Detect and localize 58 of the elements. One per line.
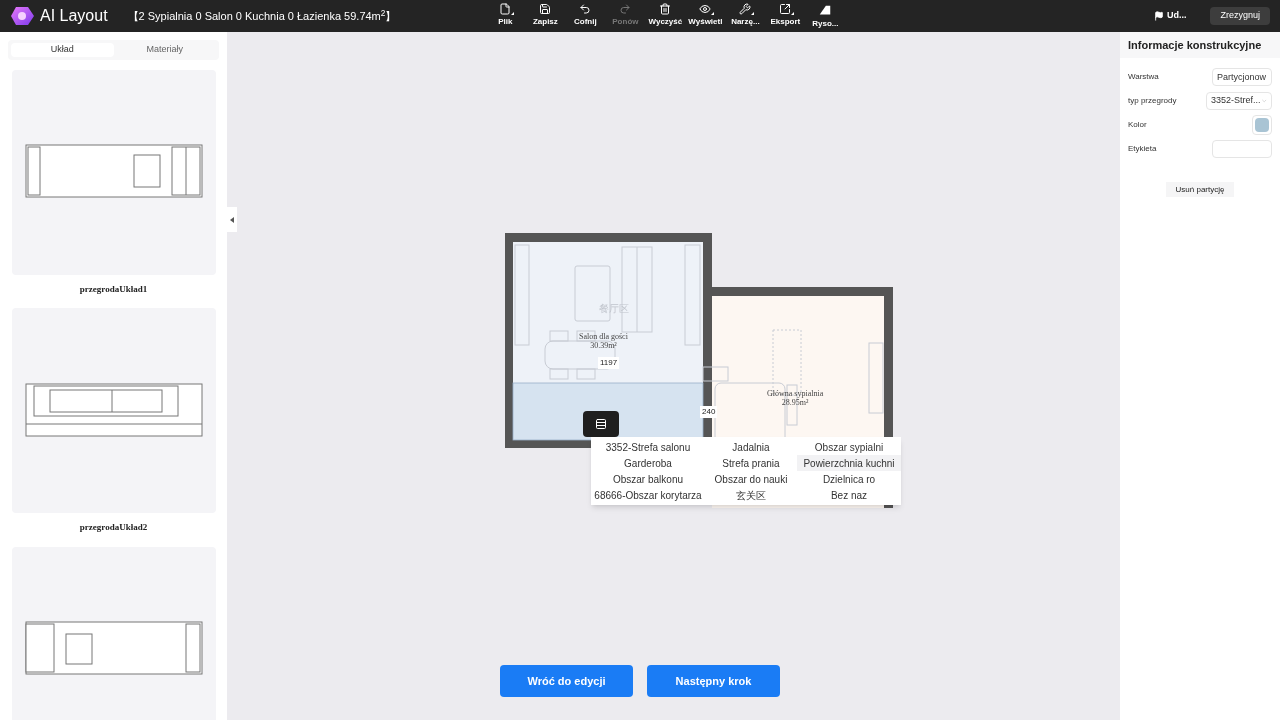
collapse-tab[interactable] — [227, 207, 237, 232]
back-button[interactable]: Wróć do edycji — [500, 665, 633, 697]
toolbar-button[interactable]: Zapisz — [526, 2, 565, 30]
field-label: Warstwa — [1128, 71, 1159, 83]
zone-option[interactable]: Obszar sypialni — [797, 439, 901, 455]
toolbar-button[interactable]: Narzę... — [726, 2, 765, 30]
toolbar-button[interactable]: Ryso... — [806, 2, 845, 30]
toolbar-button[interactable]: Plik — [486, 2, 525, 30]
logo-icon — [10, 5, 36, 27]
toolbar-icon — [699, 2, 712, 15]
user-menu[interactable]: Ud... — [1154, 9, 1187, 23]
zone-option[interactable]: Obszar do nauki — [705, 471, 797, 487]
toolbar-icon — [539, 2, 552, 15]
zone-option[interactable]: Powierzchnia kuchni — [797, 455, 901, 471]
tab[interactable]: Materiały — [113, 43, 216, 57]
text-field[interactable]: Partycjonow — [1212, 68, 1272, 86]
toolbar-button[interactable]: Wyświetl — [686, 2, 725, 30]
dimension-label: 240 — [700, 406, 718, 418]
toolbar-button[interactable]: Wyczyść — [646, 2, 685, 30]
zone-option[interactable]: Dzielnica ro — [797, 471, 901, 487]
dimension-label: 1197 — [598, 357, 620, 369]
zone-option[interactable]: Jadalnia — [705, 439, 797, 455]
toolbar-icon — [619, 2, 632, 15]
room-label: Salon dla gości 30.39m² — [579, 332, 628, 350]
flag-icon — [1154, 11, 1164, 21]
toolbar-icon — [659, 2, 672, 15]
field-label: Etykieta — [1128, 143, 1157, 155]
room-label: Główna sypialnia 28.95m² — [767, 389, 824, 407]
tab[interactable]: Układ — [11, 43, 114, 57]
toolbar-icon — [739, 2, 752, 15]
chevron-down-icon — [1260, 97, 1267, 105]
text-field[interactable] — [1212, 140, 1272, 158]
zone-option[interactable]: Bez naz — [797, 487, 901, 503]
color-picker[interactable] — [1252, 115, 1272, 135]
zone-option[interactable]: Obszar balkonu — [591, 471, 705, 487]
app-name: AI Layout — [40, 6, 108, 26]
toolbar-icon — [499, 2, 512, 15]
collapse-arrow-icon — [230, 216, 234, 223]
zone-option[interactable]: 68666-Obszar korytarza — [591, 487, 705, 503]
zone-option[interactable]: Strefa prania — [705, 455, 797, 471]
panel-title: Informacje konstrukcyjne — [1128, 37, 1262, 53]
layout-label: przegrodaUkład1 — [79, 282, 148, 296]
cancel-button[interactable]: Zrezygnuj — [1210, 7, 1270, 25]
zone-option[interactable]: 玄关区 — [705, 487, 797, 503]
toolbar-icon — [779, 2, 792, 15]
toolbar-button[interactable]: Cofnij — [566, 2, 605, 30]
plan-summary: 【2 Sypialnia 0 Salon 0 Kuchnia 0 Łazienka 59.74m$^{2}$】 — [127, 7, 397, 24]
zone-option[interactable]: Garderoba — [591, 455, 705, 471]
type-select[interactable]: 3352-Stref... — [1206, 92, 1272, 110]
delete-partition-button[interactable]: Usuń partycję — [1165, 182, 1235, 197]
layout-label: przegrodaUkład2 — [79, 521, 148, 534]
layout-icon[interactable] — [595, 418, 607, 430]
toolbar-icon — [579, 2, 592, 15]
next-button[interactable]: Następny krok — [647, 665, 780, 697]
field-label: typ przegrody — [1128, 95, 1177, 107]
toolbar-button[interactable]: Eksport — [766, 2, 805, 30]
field-label: Kolor — [1128, 119, 1147, 131]
zone-option[interactable]: 3352-Strefa salonu — [591, 439, 705, 455]
